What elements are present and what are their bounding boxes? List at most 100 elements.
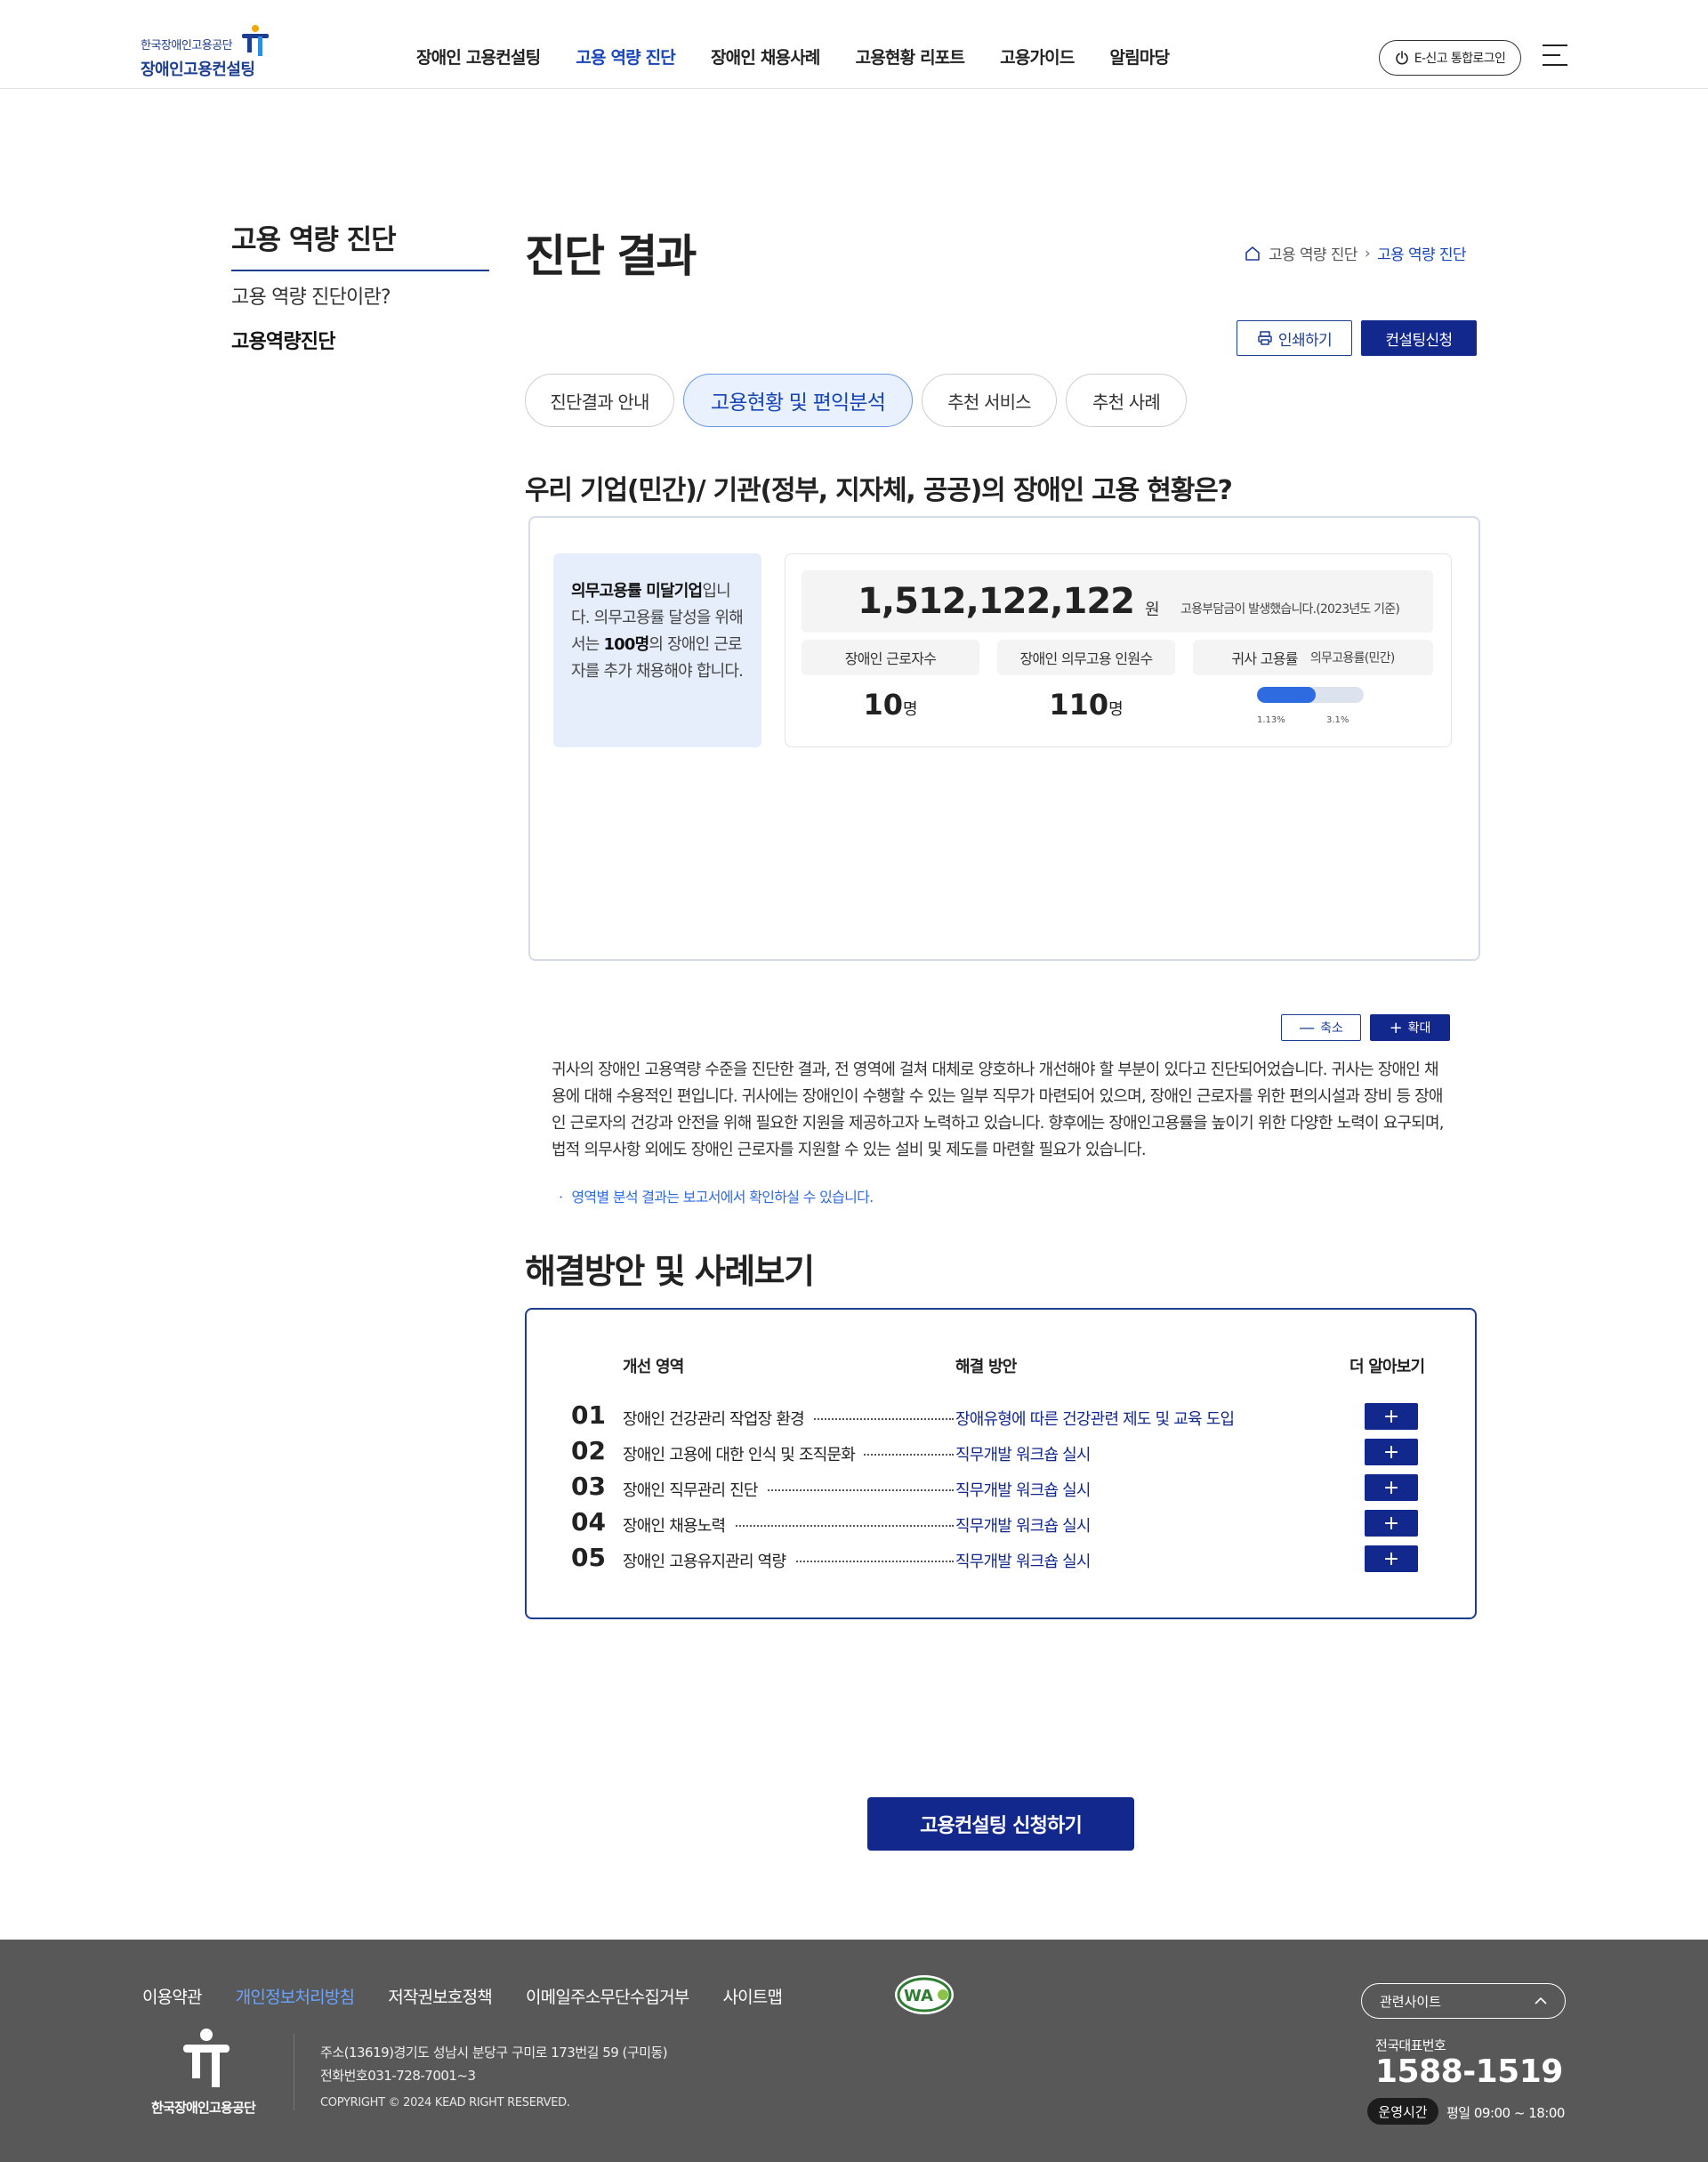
ratio-progress-fill <box>1257 687 1316 703</box>
logo-service-name: 장애인고용컨설팅 <box>141 61 255 79</box>
workers-number: 10 <box>863 688 903 722</box>
more-plus-button[interactable]: + <box>1365 1545 1418 1572</box>
row-number: 05 <box>571 1543 606 1572</box>
web-accessibility-mark-icon[interactable]: WA <box>893 1973 955 2016</box>
workers-unit: 명 <box>902 700 918 719</box>
nav-employment-consulting[interactable]: 장애인 고용컨설팅 <box>416 44 541 71</box>
ratio-progress-bar <box>1257 687 1364 703</box>
kead-logo-icon <box>183 2029 230 2087</box>
bullet-icon: · <box>559 1189 563 1206</box>
hours-text: 평일 09:00 ~ 18:00 <box>1446 2105 1565 2121</box>
row-solution-link[interactable]: 직무개발 워크숍 실시 <box>955 1442 1091 1465</box>
result-tabs: 진단결과 안내 고용현황 및 편익분석 추천 서비스 추천 사례 <box>525 374 1196 427</box>
mandatory-number: 110 <box>1049 688 1109 722</box>
tab-recommended-cases[interactable]: 추천 사례 <box>1066 374 1187 427</box>
row-solution-link[interactable]: 직무개발 워크숍 실시 <box>955 1513 1091 1537</box>
printer-icon <box>1258 331 1272 345</box>
status-question-heading: 우리 기업(민간)/ 기관(정부, 지자체, 공공)의 장애인 고용 현황은? <box>525 475 1233 506</box>
footer-phone: 전화번호031-728-7001~3 <box>320 2068 476 2084</box>
more-plus-button[interactable]: + <box>1365 1510 1418 1537</box>
row-number: 04 <box>571 1507 606 1537</box>
footer-copyright: COPYRIGHT © 2024 KEAD RIGHT RESERVED. <box>320 2096 570 2110</box>
burden-banner: 1,512,122,122 원 고용부담금이 발생했습니다.(2023년도 기준… <box>802 570 1433 633</box>
lnb-item-diagnosis[interactable]: 고용역량진단 <box>231 326 335 354</box>
tel-number: 1588-1519 <box>1375 2053 1563 2090</box>
row-solution-link[interactable]: 장애유형에 따른 건강관련 제도 및 교육 도입 <box>955 1407 1235 1430</box>
row-area: 장애인 고용유지관리 역량 <box>623 1549 795 1572</box>
solution-row: 05 장애인 고용유지관리 역량 직무개발 워크숍 실시 + <box>527 1543 1475 1575</box>
site-footer: 이용약관 개인정보처리방침 저작권보호정책 이메일주소무단수집거부 사이트맵 W… <box>0 1940 1708 2162</box>
row-area: 장애인 직무관리 진단 <box>623 1478 767 1501</box>
ratio-label-sub: 의무고용률(민간) <box>1309 651 1395 666</box>
e-report-login-button[interactable]: E-신고 통합로그인 <box>1379 40 1521 76</box>
row-solution-link[interactable]: 직무개발 워크숍 실시 <box>955 1549 1091 1572</box>
zoom-out-button[interactable]: — 축소 <box>1281 1014 1361 1041</box>
col-header-area: 개선 영역 <box>623 1358 684 1376</box>
footer-address-block: 주소(13619)경기도 성남시 분당구 구미로 173번길 59 (구미동) … <box>320 2041 668 2087</box>
footer-link-sitemap[interactable]: 사이트맵 <box>722 1984 783 2008</box>
footer-link-terms[interactable]: 이용약관 <box>142 1984 203 2008</box>
svg-text:WA: WA <box>904 1987 933 2005</box>
tab-status-benefit[interactable]: 고용현황 및 편익분석 <box>683 374 913 427</box>
mandatory-label: 장애인 의무고용 인원수 <box>997 640 1175 675</box>
footer-link-copyright[interactable]: 저작권보호정책 <box>388 1984 493 2008</box>
mandatory-value: 110명 <box>997 688 1175 722</box>
site-header: 한국장애인고용공단 장애인고용컨설팅 장애인 고용컨설팅 고용 역량 진단 장애… <box>0 0 1708 89</box>
menu-icon[interactable] <box>1543 44 1567 68</box>
mandatory-unit: 명 <box>1108 700 1124 719</box>
e-report-login-label: E-신고 통합로그인 <box>1414 52 1506 66</box>
home-icon[interactable] <box>1244 245 1261 262</box>
burden-note: 고용부담금이 발생했습니다.(2023년도 기준) <box>1180 602 1400 617</box>
quota-shortfall-note: 의무고용률 미달기업입니다. 의무고용률 달성을 위해서는 100명의 장애인 … <box>553 553 761 747</box>
related-sites-select[interactable]: 관련사이트 <box>1361 1983 1566 2019</box>
note-bold-count: 100명 <box>603 635 649 654</box>
employment-status-card: 의무고용률 미달기업입니다. 의무고용률 달성을 위해서는 100명의 장애인 … <box>528 516 1480 961</box>
hours-badge: 운영시간 <box>1367 2098 1438 2125</box>
breadcrumb-current[interactable]: 고용 역량 진단 <box>1377 242 1466 264</box>
breadcrumb-item[interactable]: 고용 역량 진단 <box>1269 242 1358 264</box>
solution-row: 03 장애인 직무관리 진단 직무개발 워크숍 실시 + <box>527 1472 1475 1504</box>
solutions-heading: 해결방안 및 사례보기 <box>525 1252 815 1291</box>
ratio-required-label: 3.1% <box>1326 715 1349 725</box>
note-bold-status: 의무고용률 미달기업 <box>571 582 703 601</box>
col-header-more: 더 알아보기 <box>1349 1358 1425 1376</box>
consult-apply-button[interactable]: 컨설팅신청 <box>1361 320 1477 356</box>
nav-capacity-diagnosis[interactable]: 고용 역량 진단 <box>576 44 676 71</box>
tab-recommended-service[interactable]: 추천 서비스 <box>922 374 1057 427</box>
workers-label: 장애인 근로자수 <box>802 640 979 675</box>
nav-notice-board[interactable]: 알림마당 <box>1110 44 1171 71</box>
solution-row: 01 장애인 건강관리 작업장 환경 장애유형에 따른 건강관련 제도 및 교육… <box>527 1400 1475 1432</box>
row-area: 장애인 건강관리 작업장 환경 <box>623 1407 813 1430</box>
analysis-text: 귀사의 장애인 고용역량 수준을 진단한 결과, 전 영역에 걸쳐 대체로 양호… <box>552 1061 1444 1159</box>
more-plus-button[interactable]: + <box>1365 1403 1418 1430</box>
footer-logo: 한국장애인고용공단 <box>142 2029 276 2118</box>
footer-org-name: 한국장애인고용공단 <box>151 2100 256 2116</box>
row-solution-link[interactable]: 직무개발 워크숍 실시 <box>955 1478 1091 1501</box>
footer-link-email-refusal[interactable]: 이메일주소무단수집거부 <box>526 1984 689 2008</box>
print-button[interactable]: 인쇄하기 <box>1237 320 1352 356</box>
footer-address: 주소(13619)경기도 성남시 분당구 구미로 173번길 59 (구미동) <box>320 2045 668 2061</box>
nav-employment-guide[interactable]: 고용가이드 <box>1000 44 1075 71</box>
site-logo[interactable]: 한국장애인고용공단 장애인고용컨설팅 <box>141 25 274 79</box>
plus-icon: + <box>1389 1018 1403 1037</box>
solution-row: 04 장애인 채용노력 직무개발 워크숍 실시 + <box>527 1507 1475 1539</box>
lnb-item-about[interactable]: 고용 역량 진단이란? <box>231 281 391 310</box>
nav-status-report[interactable]: 고용현황 리포트 <box>856 44 965 71</box>
row-number: 03 <box>571 1472 606 1501</box>
tab-result-guide[interactable]: 진단결과 안내 <box>525 374 674 427</box>
more-plus-button[interactable]: + <box>1365 1474 1418 1501</box>
more-plus-button[interactable]: + <box>1365 1439 1418 1465</box>
workers-value: 10명 <box>802 688 979 722</box>
apply-consulting-button[interactable]: 고용컨설팅 신청하기 <box>867 1797 1134 1851</box>
nav-hiring-cases[interactable]: 장애인 채용사례 <box>711 44 820 71</box>
analysis-note-text: 영역별 분석 결과는 보고서에서 확인하실 수 있습니다. <box>571 1189 874 1206</box>
breadcrumb: 고용 역량 진단 › 고용 역량 진단 <box>1244 242 1467 264</box>
zoom-in-button[interactable]: + 확대 <box>1370 1014 1450 1041</box>
solution-row: 02 장애인 고용에 대한 인식 및 조직문화 직무개발 워크숍 실시 + <box>527 1436 1475 1468</box>
footer-link-privacy[interactable]: 개인정보처리방침 <box>236 1984 355 2008</box>
power-icon <box>1395 51 1408 65</box>
ratio-current-label: 1.13% <box>1257 715 1285 725</box>
analysis-note: · 영역별 분석 결과는 보고서에서 확인하실 수 있습니다. <box>559 1185 874 1206</box>
lnb-title: 고용 역량 진단 <box>231 217 489 271</box>
kead-logo-icon <box>242 25 269 56</box>
